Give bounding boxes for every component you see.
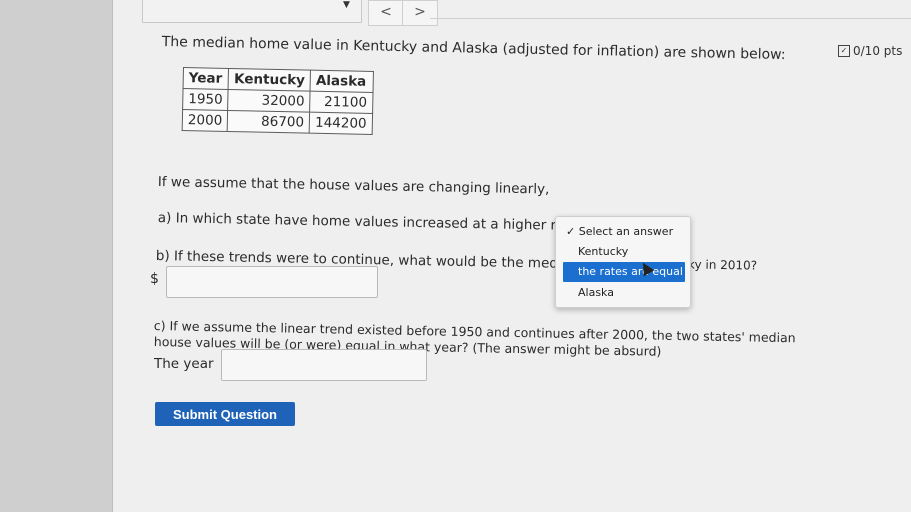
table-row: 2000 86700 144200	[182, 109, 373, 135]
year-label: The year	[154, 356, 214, 372]
table-cell: 2000	[182, 109, 228, 132]
chevron-down-icon[interactable]: ▼	[343, 0, 350, 10]
column-header: Year	[183, 67, 229, 90]
score-label: 0/10 pts	[853, 44, 903, 58]
previous-button[interactable]: <	[368, 0, 404, 26]
divider	[430, 18, 911, 19]
submit-question-button[interactable]: Submit Question	[155, 402, 295, 426]
dropdown-option-equal[interactable]: the rates are equal	[563, 262, 685, 282]
checkbox-icon: ✓	[838, 45, 850, 57]
dropdown-option-kentucky[interactable]: Kentucky	[556, 242, 690, 262]
question-select-box[interactable]	[142, 0, 362, 23]
part-b-text-end: ky in 2010?	[687, 257, 758, 273]
table-cell: 144200	[309, 112, 373, 135]
table-cell: 86700	[227, 110, 310, 134]
score-display: ✓ 0/10 pts	[838, 44, 902, 58]
answer-dropdown-menu[interactable]: ✓ Select an answer Kentucky the rates ar…	[555, 216, 691, 308]
table-cell: 1950	[182, 88, 229, 111]
option-label: Select an answer	[578, 225, 674, 238]
column-header: Kentucky	[228, 68, 311, 92]
next-button[interactable]: >	[402, 0, 438, 26]
dropdown-option-select[interactable]: ✓ Select an answer	[556, 222, 690, 242]
table-cell: 32000	[227, 89, 311, 113]
part-b-answer-input[interactable]	[166, 266, 378, 298]
dollar-sign: $	[150, 271, 159, 287]
table-cell: 21100	[309, 91, 373, 114]
part-c-answer-input[interactable]	[221, 349, 427, 381]
dropdown-option-alaska[interactable]: Alaska	[556, 283, 690, 303]
data-table: Year Kentucky Alaska 1950 32000 21100 20…	[181, 67, 374, 135]
column-header: Alaska	[310, 70, 374, 93]
